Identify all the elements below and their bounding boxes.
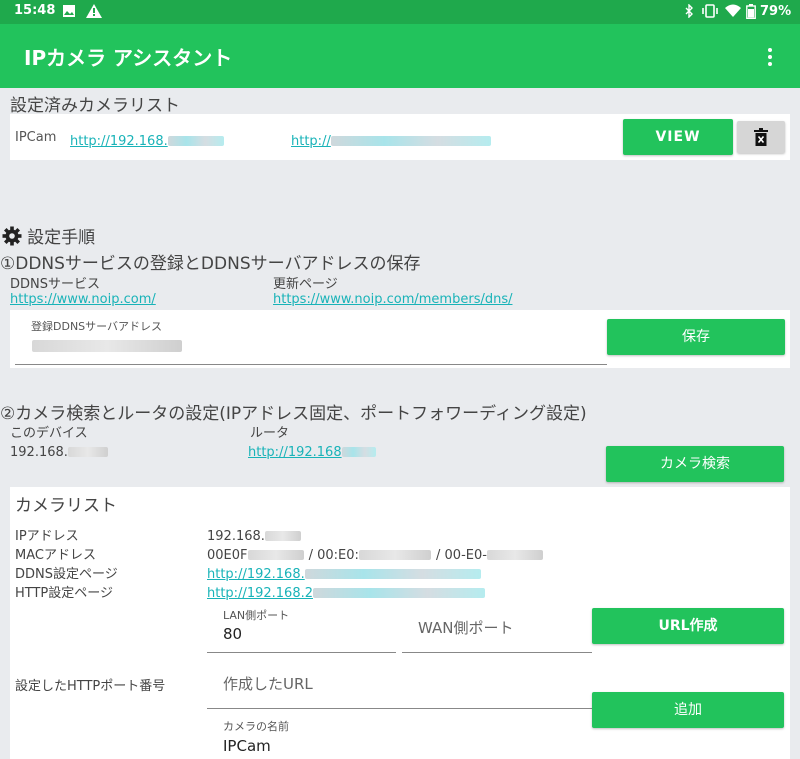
- camera-list-heading: カメラリスト: [15, 496, 117, 516]
- ddns-address-input[interactable]: [15, 334, 607, 364]
- wan-port-input[interactable]: WAN側ポート: [418, 617, 514, 638]
- created-url-underline: [207, 708, 592, 709]
- ddns-input-underline: [15, 364, 607, 365]
- redacted: [167, 135, 224, 146]
- redacted: [264, 530, 301, 541]
- status-bar: 15:48 79%: [0, 0, 800, 24]
- redacted: [32, 340, 182, 352]
- device-ip: 192.168.: [10, 441, 108, 460]
- mac-label: MACアドレス: [15, 548, 96, 563]
- overflow-menu-icon[interactable]: [760, 46, 780, 68]
- mac-value: 00E0F / 00:E0: / 00-E0-: [207, 544, 543, 563]
- camera-name-label: カメラの名前: [223, 720, 289, 733]
- app-bar: IPカメラ アシスタント: [0, 24, 800, 88]
- battery-icon: [746, 4, 756, 23]
- step2-heading: ②カメラ検索とルータの設定(IPアドレス固定、ポートフォワーディング設定): [0, 404, 587, 424]
- vibrate-icon: [701, 4, 719, 22]
- http-page-label: HTTP設定ページ: [15, 586, 114, 601]
- ddns-page-label: DDNS設定ページ: [15, 567, 118, 582]
- status-time: 15:48: [14, 3, 56, 18]
- ddns-service-link[interactable]: https://www.noip.com/: [10, 292, 156, 307]
- camera-search-button[interactable]: カメラ検索: [606, 446, 784, 482]
- view-button[interactable]: VIEW: [623, 119, 733, 155]
- add-button[interactable]: 追加: [592, 692, 784, 728]
- update-page-label: 更新ページ: [273, 277, 338, 292]
- router-link[interactable]: http://192.168: [248, 441, 376, 460]
- save-button[interactable]: 保存: [607, 319, 785, 355]
- redacted: [67, 446, 108, 457]
- configured-camera-ddns-url[interactable]: http://: [291, 130, 491, 149]
- trash-icon: [754, 128, 768, 146]
- ddns-page-link[interactable]: http://192.168.: [207, 563, 481, 582]
- warning-icon: [86, 4, 102, 22]
- router-label: ルータ: [250, 426, 290, 441]
- http-port-label: 設定したHTTPポート番号: [15, 679, 166, 694]
- lan-port-label: LAN側ポート: [223, 609, 290, 622]
- redacted: [304, 568, 481, 579]
- ip-label: IPアドレス: [15, 529, 79, 544]
- lan-port-input[interactable]: 80: [223, 625, 242, 643]
- app-title: IPカメラ アシスタント: [24, 46, 233, 70]
- bluetooth-icon: [684, 3, 694, 22]
- url-create-button[interactable]: URL作成: [592, 608, 784, 644]
- redacted: [358, 549, 431, 560]
- configured-camera-url[interactable]: http://192.168.: [70, 130, 224, 149]
- ddns-service-label: DDNSサービス: [10, 277, 100, 292]
- configured-list-heading: 設定済みカメラリスト: [10, 96, 180, 116]
- delete-button[interactable]: [737, 121, 785, 153]
- battery-level: 79%: [760, 4, 792, 19]
- camera-list-card: カメラリスト IPアドレス 192.168. MACアドレス 00E0F / 0…: [10, 487, 790, 759]
- wifi-icon: [725, 4, 741, 22]
- redacted: [313, 587, 485, 598]
- step1-heading: ①DDNSサービスの登録とDDNSサーバアドレスの保存: [0, 254, 421, 274]
- ddns-form-card: 登録DDNSサーバアドレス 保存: [10, 310, 790, 368]
- this-device-label: このデバイス: [10, 426, 88, 441]
- procedure-heading: 設定手順: [2, 223, 95, 248]
- gear-icon: [2, 226, 22, 246]
- ddns-field-label: 登録DDNSサーバアドレス: [31, 320, 163, 333]
- redacted: [341, 446, 376, 457]
- update-page-link[interactable]: https://www.noip.com/members/dns/: [273, 292, 512, 307]
- redacted: [330, 135, 491, 146]
- http-page-link[interactable]: http://192.168.2: [207, 582, 485, 601]
- configured-camera-name: IPCam: [15, 130, 57, 145]
- configured-camera-row: IPCam http://192.168. http:// VIEW: [10, 114, 790, 160]
- wan-port-underline: [402, 652, 592, 653]
- created-url-input[interactable]: 作成したURL: [223, 673, 313, 694]
- image-icon: [62, 4, 76, 22]
- redacted: [486, 549, 543, 560]
- camera-name-input[interactable]: IPCam: [223, 737, 271, 755]
- lan-port-underline: [207, 652, 396, 653]
- redacted: [247, 549, 304, 560]
- ip-value: 192.168.: [207, 525, 301, 544]
